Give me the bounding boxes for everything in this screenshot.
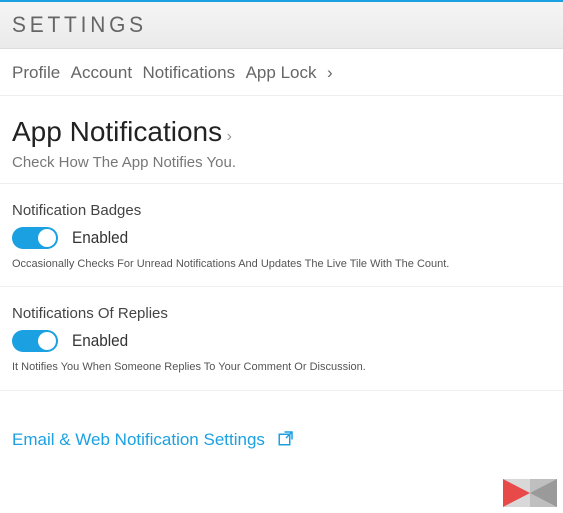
watermark-logo xyxy=(503,479,557,507)
setting-label: Notifications Of Replies xyxy=(12,305,551,322)
toggle-replies[interactable] xyxy=(12,330,58,352)
external-link-icon xyxy=(277,429,295,452)
breadcrumb-applock[interactable]: App Lock xyxy=(246,63,317,82)
breadcrumb-profile[interactable]: Profile xyxy=(12,63,60,82)
link-label: Email & Web Notification Settings xyxy=(12,430,265,450)
setting-notification-badges: Notification Badges Enabled Occasionally… xyxy=(0,184,563,287)
setting-description: Occasionally Checks For Unread Notificat… xyxy=(12,257,551,272)
toggle-state-text: Enabled xyxy=(72,228,128,248)
setting-description: It Notifies You When Someone Replies To … xyxy=(12,360,551,375)
toggle-notification-badges[interactable] xyxy=(12,227,58,249)
page-title: SETTINGS xyxy=(12,12,524,38)
email-web-settings-link[interactable]: Email & Web Notification Settings xyxy=(12,429,551,452)
section-subtitle: Check How The App Notifies You. xyxy=(12,154,551,171)
toggle-state-text: Enabled xyxy=(72,331,128,351)
section-title: App Notifications xyxy=(12,116,222,147)
chevron-right-icon: › xyxy=(327,63,333,82)
external-link-section: Email & Web Notification Settings xyxy=(0,391,563,472)
breadcrumb-notifications[interactable]: Notifications xyxy=(143,63,236,82)
breadcrumb: Profile Account Notifications App Lock › xyxy=(0,49,563,96)
breadcrumb-account[interactable]: Account xyxy=(71,63,132,82)
setting-replies: Notifications Of Replies Enabled It Noti… xyxy=(0,287,563,390)
section-header: App Notifications › Check How The App No… xyxy=(0,96,563,184)
chevron-right-icon: › xyxy=(227,128,232,145)
settings-header: SETTINGS xyxy=(0,2,563,49)
setting-label: Notification Badges xyxy=(12,202,551,219)
